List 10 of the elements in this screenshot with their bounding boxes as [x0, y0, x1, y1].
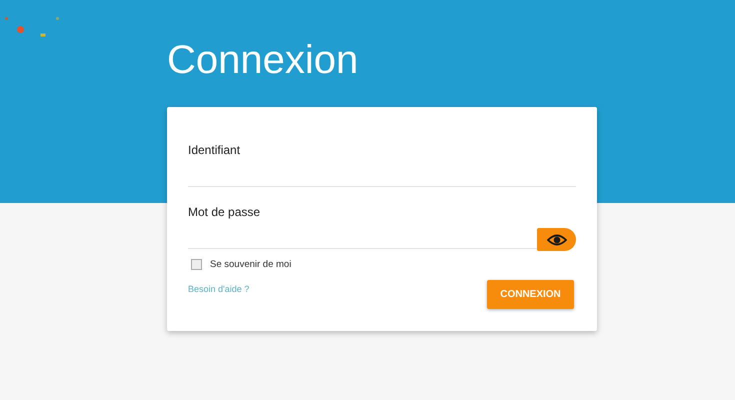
confetti-drawing: [4, 16, 58, 36]
checkbox-label: Se souvenir de moi: [210, 259, 292, 270]
login-button[interactable]: CONNEXION: [487, 280, 574, 309]
page-title: Connexion: [167, 37, 360, 84]
eye-icon: [546, 234, 566, 246]
help-link[interactable]: Besoin d'aide ?: [188, 284, 250, 294]
show-password-button[interactable]: [537, 228, 576, 251]
field-label: Mot de passe: [188, 205, 260, 219]
checkbox[interactable]: [191, 259, 202, 270]
field-label: Identifiant: [188, 143, 240, 157]
